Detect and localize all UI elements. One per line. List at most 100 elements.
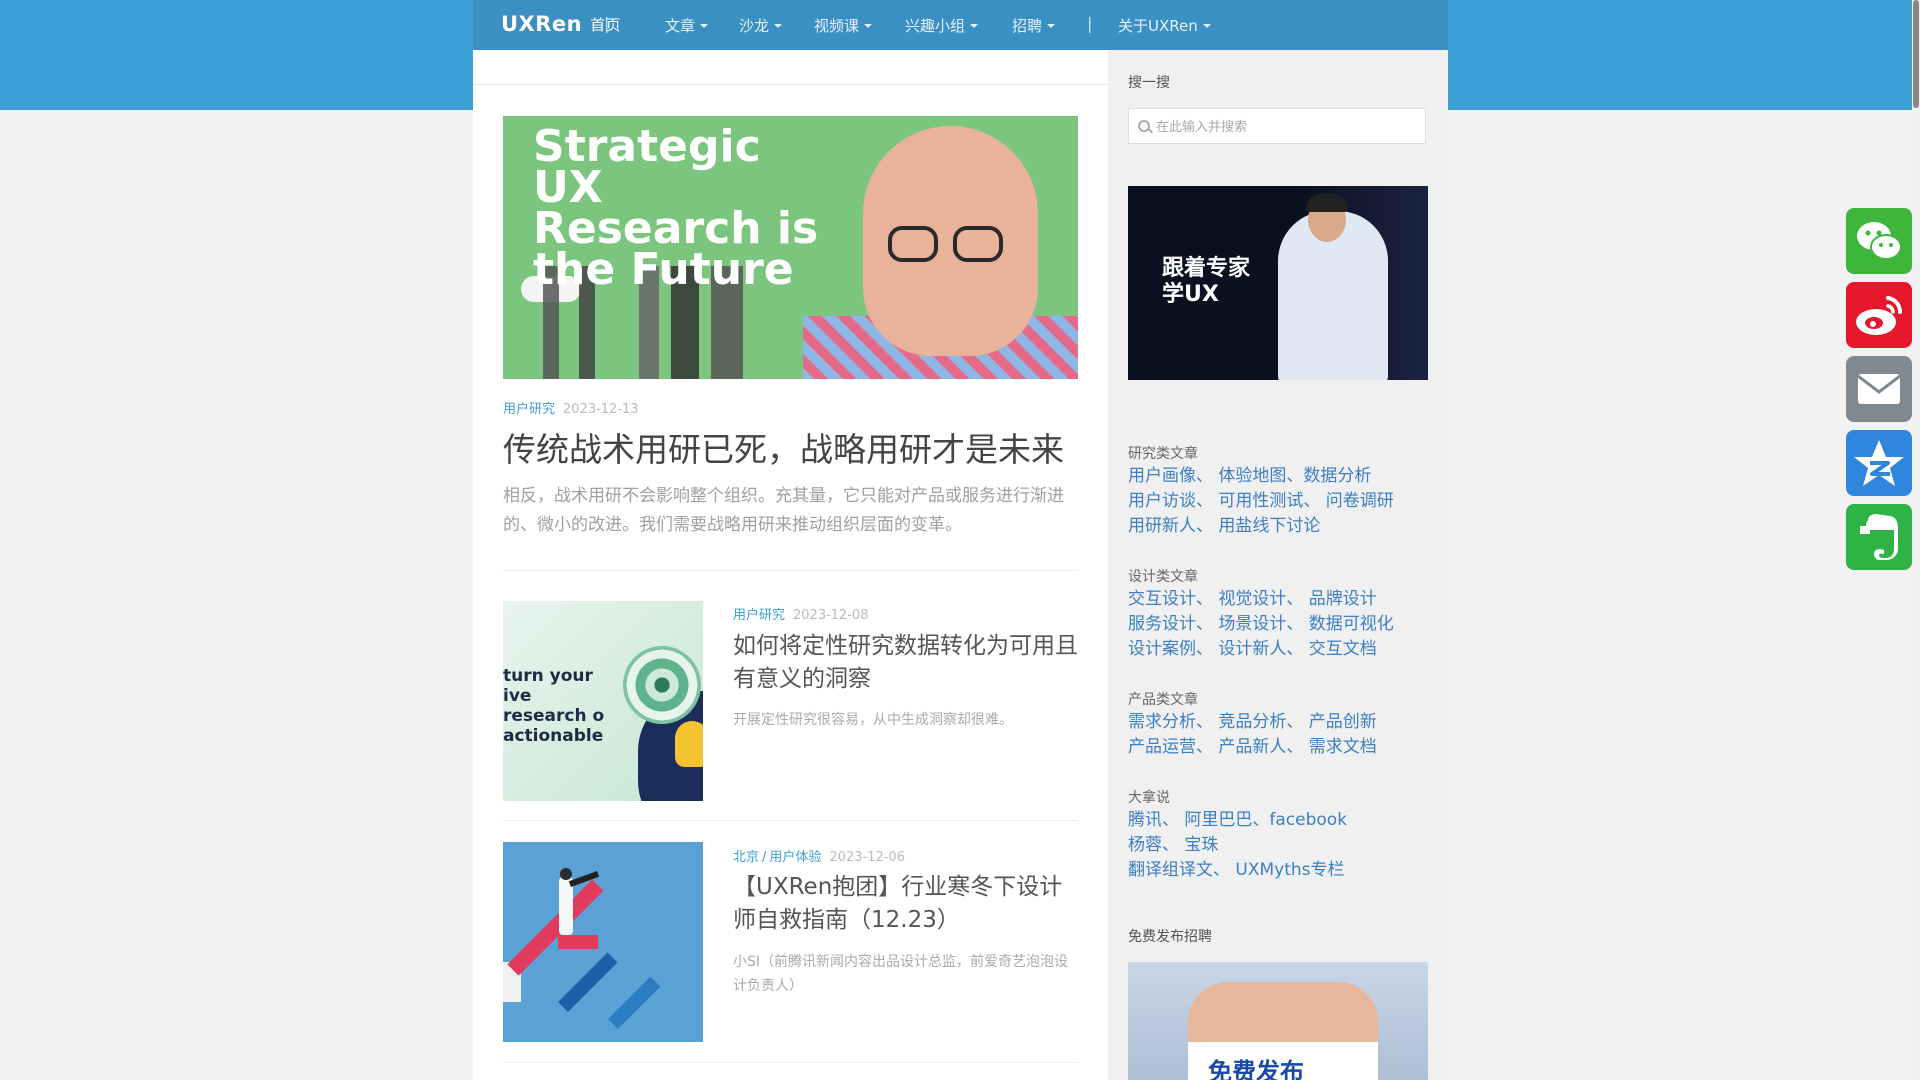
divider (473, 84, 1108, 85)
category-group-product: 产品类文章 需求分析、 竞品分析、 产品创新 产品运营、 产品新人、 需求文档 (1128, 690, 1428, 760)
category-links[interactable]: 杨蓉、 宝珠 (1128, 833, 1428, 858)
caret-down-icon (700, 23, 709, 28)
post-excerpt: 开展定性研究很容易，从中生成洞察却很难。 (733, 712, 1013, 728)
post-title[interactable]: 如何将定性研究数据转化为可用且有意义的洞察 (733, 630, 1078, 696)
post-category[interactable]: 用户研究 (503, 402, 555, 417)
nav-separator: | (1087, 14, 1093, 33)
platform-shape (558, 935, 598, 949)
search-title: 搜一搜 (1128, 75, 1170, 91)
post-date: 2023-12-13 (563, 402, 639, 417)
caret-down-icon (864, 23, 873, 28)
meta-separator: / (762, 850, 767, 865)
search-icon (1138, 120, 1150, 132)
divider (503, 820, 1078, 821)
hero-image-text: Strategic UX Research is the Future (533, 121, 819, 295)
image-glasses (888, 226, 938, 262)
email-icon (1857, 374, 1901, 404)
post-category[interactable]: 用户体验 (769, 850, 821, 865)
main-column: Strategic UX Research is the Future 用户研究… (473, 50, 1108, 1080)
divider (503, 570, 1078, 571)
category-links[interactable]: 服务设计、 场景设计、 数据可视化 (1128, 612, 1428, 637)
sidebar: 搜一搜 跟着专家学UX 研究类文章 用户画像、 体验地图、数据分析 用户访谈、 … (1108, 50, 1448, 1080)
category-links[interactable]: 翻译组译文、 UXMyths专栏 (1128, 858, 1428, 883)
thumbnail-text: turn your ive research o actionable (503, 666, 605, 746)
scrollbar-track[interactable] (1912, 0, 1920, 1080)
divider (503, 1062, 1078, 1063)
category-links[interactable]: 腾讯、 阿里巴巴、facebook (1128, 808, 1428, 833)
hero-image[interactable]: Strategic UX Research is the Future (503, 116, 1078, 379)
post-thumbnail[interactable] (503, 842, 703, 1042)
category-links[interactable]: 设计案例、 设计新人、 交互文档 (1128, 637, 1428, 662)
nav-label: 沙龙 (739, 17, 770, 35)
category-links[interactable]: 用研新人、 用盐线下讨论 (1128, 514, 1428, 539)
wechat-icon (1857, 222, 1902, 260)
arrow-shape (608, 976, 661, 1029)
nav-item-groups[interactable]: 兴趣小组 (905, 15, 979, 36)
nav-label: 视频课 (814, 17, 860, 35)
qzone-share-button[interactable] (1846, 430, 1912, 496)
hero-excerpt: 相反，战术用研不会影响整个组织。充其量，它只能对产品或服务进行渐进的、微小的改进… (503, 486, 1064, 535)
evernote-icon (1860, 514, 1898, 560)
caret-down-icon (970, 23, 979, 28)
group-label: 设计类文章 (1128, 569, 1198, 585)
wechat-share-button[interactable] (1846, 208, 1912, 274)
search-input[interactable] (1154, 109, 1418, 145)
speaker-hair (1306, 194, 1348, 212)
nav-item-about[interactable]: 关于UXRen (1118, 15, 1211, 36)
bulb-image (675, 721, 703, 767)
group-label: 研究类文章 (1128, 446, 1198, 462)
category-group-experts: 大拿说 腾讯、 阿里巴巴、facebook 杨蓉、 宝珠 翻译组译文、 UXMy… (1128, 788, 1428, 883)
weibo-share-button[interactable] (1846, 282, 1912, 348)
post-category[interactable]: 北京 (733, 850, 759, 865)
nav-label: 兴趣小组 (905, 17, 966, 35)
nav-label: 关于UXRen (1118, 17, 1198, 35)
person-head (560, 868, 572, 880)
category-links[interactable]: 用户画像、 体验地图、数据分析 (1128, 464, 1428, 489)
recruit-ad-banner[interactable]: 免费发布 (1128, 962, 1428, 1080)
post-title[interactable]: 【UXRen抱团】行业寒冬下设计师自救指南（12.23） (733, 871, 1078, 937)
caret-down-icon (1202, 23, 1211, 28)
nav-item-jobs[interactable]: 招聘 (1012, 15, 1056, 36)
scrollbar-thumb[interactable] (1913, 0, 1919, 108)
image-glasses (953, 226, 1003, 262)
hero-meta: 用户研究 2023-12-13 (503, 398, 639, 417)
nav-separator: | (604, 14, 610, 33)
qzone-icon (1854, 440, 1904, 486)
logo-text[interactable]: UXRen (501, 12, 582, 36)
post-date: 2023-12-06 (829, 850, 905, 865)
caret-down-icon (774, 23, 783, 28)
category-links[interactable]: 产品运营、 产品新人、 需求文档 (1128, 735, 1428, 760)
post-excerpt: 小SI（前腾讯新闻内容出品设计总监，前爱奇艺泡泡设计负责人） (733, 954, 1069, 994)
post-category[interactable]: 用户研究 (733, 608, 785, 623)
group-label: 产品类文章 (1128, 692, 1198, 708)
category-links[interactable]: 用户访谈、 可用性测试、 问卷调研 (1128, 489, 1428, 514)
caret-down-icon (1047, 23, 1056, 28)
group-label: 大拿说 (1128, 790, 1170, 806)
nav-item-salon[interactable]: 沙龙 (739, 15, 783, 36)
category-group-design: 设计类文章 交互设计、 视觉设计、 品牌设计 服务设计、 场景设计、 数据可视化… (1128, 567, 1428, 662)
category-links[interactable]: 交互设计、 视觉设计、 品牌设计 (1128, 587, 1428, 612)
expert-ad-banner[interactable]: 跟着专家学UX (1128, 186, 1428, 380)
post-thumbnail[interactable]: turn your ive research o actionable (503, 601, 703, 801)
evernote-share-button[interactable] (1846, 504, 1912, 570)
search-box[interactable] (1128, 108, 1426, 145)
hero-title[interactable]: 传统战术用研已死，战略用研才是未来 (503, 423, 1064, 471)
recruit-title: 免费发布招聘 (1128, 929, 1212, 945)
category-links[interactable]: 需求分析、 竞品分析、 产品创新 (1128, 710, 1428, 735)
nav-item-articles[interactable]: 文章 (665, 15, 709, 36)
top-nav: UXRen 首页 | 文章 沙龙 视频课 兴趣小组 招聘 | 关于UXRen (473, 0, 1448, 50)
email-share-button[interactable] (1846, 356, 1912, 422)
nav-label: 招聘 (1012, 17, 1043, 35)
weibo-icon (1856, 296, 1903, 335)
recruit-ad-text: 免费发布 (1208, 1058, 1304, 1080)
category-group-research: 研究类文章 用户画像、 体验地图、数据分析 用户访谈、 可用性测试、 问卷调研 … (1128, 444, 1428, 539)
nav-label: 文章 (665, 17, 696, 35)
post-meta: 用户研究 2023-12-08 (733, 604, 869, 623)
post-date: 2023-12-08 (793, 608, 869, 623)
nav-item-video[interactable]: 视频课 (814, 15, 873, 36)
ad-text: 跟着专家学UX (1162, 256, 1251, 307)
post-meta: 北京 / 用户体验 2023-12-06 (733, 846, 905, 865)
arrow-shape (507, 879, 604, 976)
arrow-shape (558, 952, 618, 1012)
target-image (623, 646, 701, 724)
